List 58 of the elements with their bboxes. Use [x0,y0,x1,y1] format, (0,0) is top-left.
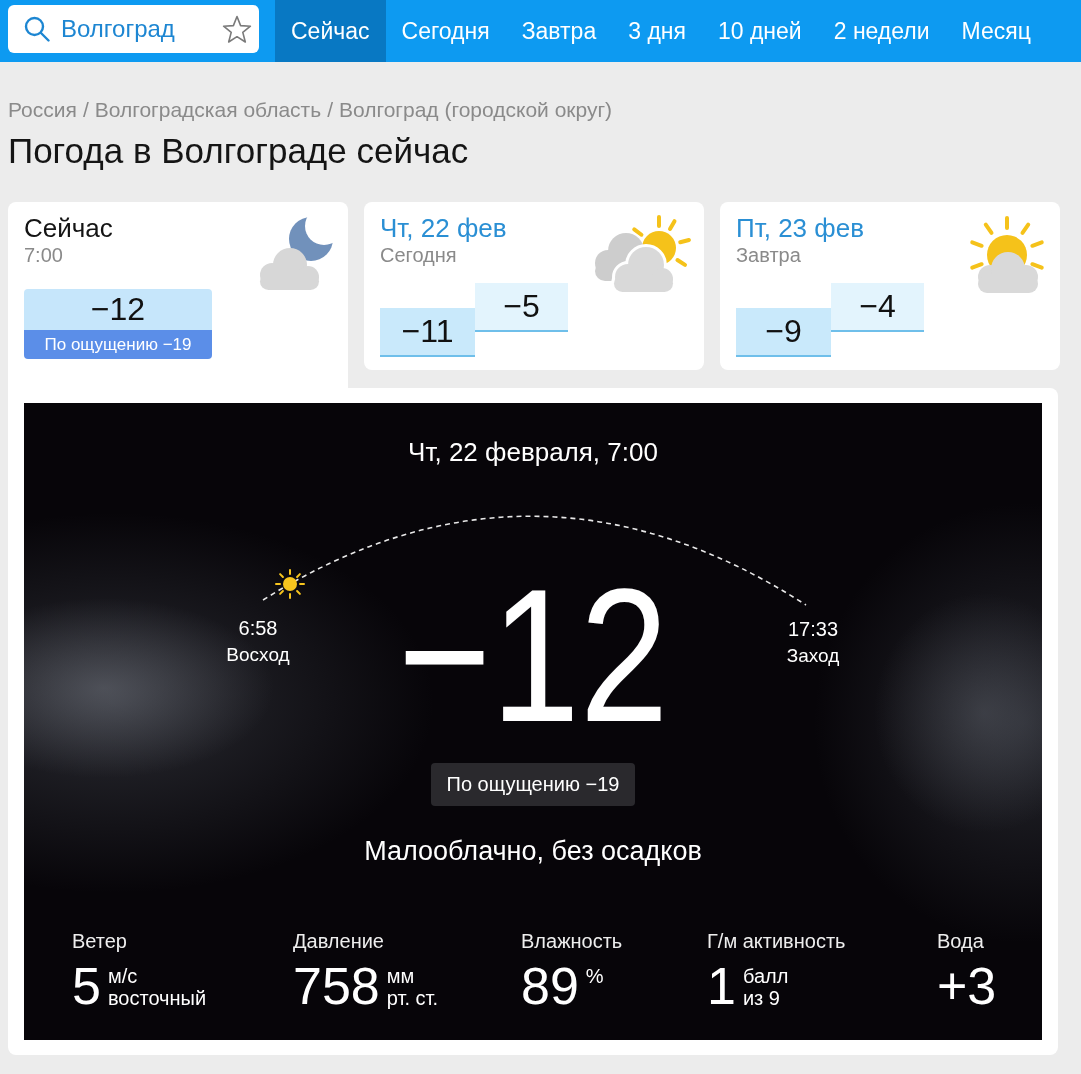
search-icon [24,16,50,42]
stat-label: Влажность [521,930,624,952]
temperature-value: −12 [24,289,212,330]
nav-tab[interactable]: Завтра [505,0,613,62]
forecast-card[interactable]: Чт, 22 фев Сегодня −11 −5 [364,202,704,370]
stat-label: Давление [293,930,385,952]
card-subtitle: Завтра [736,243,802,267]
stat-value: 5 [72,960,101,1012]
feels-like-badge: По ощущению −19 [430,763,636,806]
stat-value: +3 [937,960,997,1012]
nav-tab[interactable]: 3 дня [612,0,702,62]
nav-tab[interactable]: Месяц [945,0,1047,62]
stat-label: Г/м активность [707,930,847,952]
weather-condition: Малооблачно, без осадков [363,836,703,866]
stat-unit: восточный [107,987,207,1009]
sunrise-time: 6:58 [238,616,278,641]
card-title: Сейчас [24,214,113,243]
card-subtitle: Сегодня [380,243,458,267]
temperature-bar: −5 [475,283,568,332]
star-icon[interactable] [222,14,252,44]
stat-label: Вода [937,930,985,952]
breadcrumb-link[interactable]: Волгоград (городской округ) [339,97,613,123]
stat-unit: балл [742,965,789,987]
nav-tab[interactable]: Сейчас [275,0,386,62]
stat-unit: мм [386,965,416,987]
stat-value: 758 [293,960,380,1012]
sunset-label: Заход [786,644,840,668]
forecast-card[interactable]: Пт, 23 фев Завтра −9 −4 [720,202,1060,370]
breadcrumb-separator: / [327,97,333,123]
sun-clouds-icon [594,213,692,293]
breadcrumb-separator: / [82,97,89,123]
temperature-value: −12 [397,560,669,750]
stat-unit: м/с [107,965,139,987]
card-subtitle: 7:00 [24,243,64,267]
stat-value: 1 [707,960,736,1012]
forecast-card[interactable]: Сейчас 7:00 −12 По ощущению −19 [8,202,348,388]
sunset-time: 17:33 [787,617,839,642]
nav-tab[interactable]: Сегодня [385,0,506,62]
temperature-bar: −11 [380,308,475,357]
date-time-label: Чт, 22 февраля, 7:00 [407,437,659,467]
page-title: Погода в Волгограде сейчас [8,130,470,172]
stat-unit: из 9 [742,987,781,1009]
temperature-bar: −4 [831,283,924,332]
nav-tab[interactable]: 2 недели [817,0,946,62]
card-title: Пт, 23 фев [736,214,864,243]
nav-tab[interactable]: 10 дней [701,0,818,62]
sunrise-label: Восход [226,643,290,667]
card-title: Чт, 22 фев [380,214,507,243]
stat-unit: рт. ст. [386,987,438,1009]
stat-value: 89 [521,960,579,1012]
city-search-field[interactable]: Волгоград [8,5,259,53]
sun-icon [275,569,305,599]
breadcrumb-link[interactable]: Россия [8,97,77,123]
stat-unit: % [585,965,604,987]
feels-like-label: По ощущению −19 [24,330,212,359]
breadcrumb-link[interactable]: Волгоградская область [94,97,322,123]
temperature-bar: −9 [736,308,831,357]
stat-label: Ветер [72,930,128,952]
